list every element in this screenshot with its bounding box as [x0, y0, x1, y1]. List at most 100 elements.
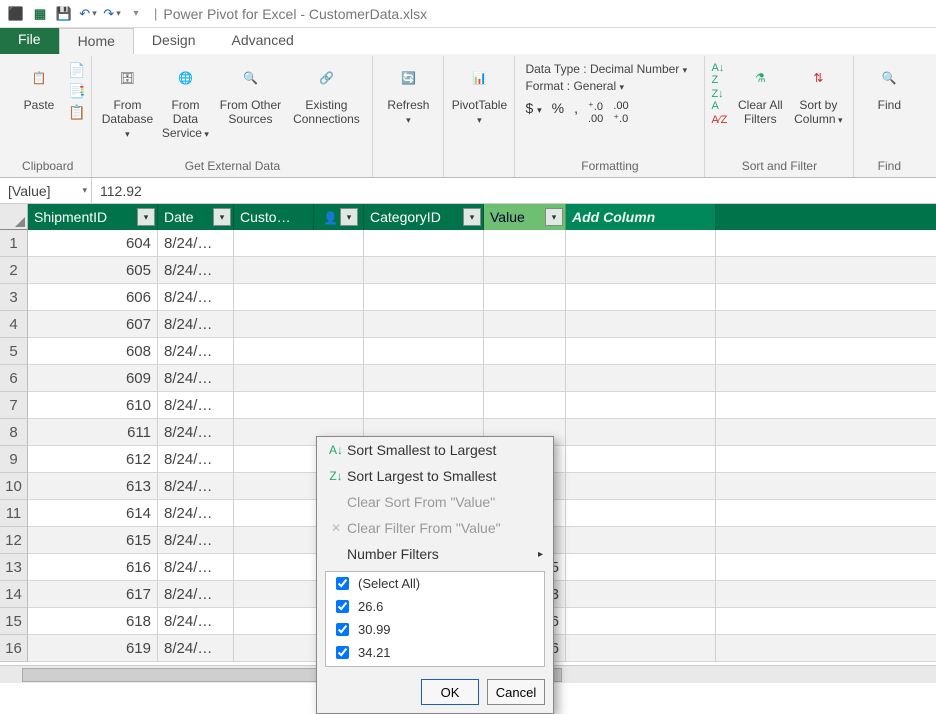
filter-button-cat[interactable]: ▾: [463, 208, 481, 226]
refresh-button[interactable]: Refresh▾: [379, 58, 437, 138]
cell-date[interactable]: 8/24/…: [158, 338, 234, 365]
table-row[interactable]: 56088/24/…: [0, 338, 936, 365]
filter-button-val[interactable]: ▾: [545, 208, 563, 226]
cell-date[interactable]: 8/24/…: [158, 473, 234, 500]
row-number[interactable]: 6: [0, 365, 28, 392]
row-number[interactable]: 13: [0, 554, 28, 581]
cell-categoryid[interactable]: [364, 284, 484, 311]
row-number[interactable]: 5: [0, 338, 28, 365]
cell-custo[interactable]: [234, 284, 364, 311]
cell-categoryid[interactable]: [364, 392, 484, 419]
currency-button[interactable]: $ ▾: [525, 100, 541, 125]
cell-custo[interactable]: [234, 230, 364, 257]
table-row[interactable]: 36068/24/…: [0, 284, 936, 311]
select-all-corner[interactable]: [0, 204, 28, 230]
cell-categoryid[interactable]: [364, 257, 484, 284]
checkbox-item-0[interactable]: [336, 600, 349, 613]
column-header-personicon[interactable]: ▾: [314, 204, 364, 230]
qat-customize-icon[interactable]: ▾: [125, 3, 147, 25]
clipboard-mini-icon-3[interactable]: 📋: [68, 104, 85, 121]
cell-addcolumn[interactable]: [566, 554, 716, 581]
clear-all-filters-button[interactable]: Clear AllFilters: [731, 58, 789, 138]
column-header-custo[interactable]: Custo…: [234, 204, 314, 230]
cell-shipmentid[interactable]: 610: [28, 392, 158, 419]
cell-shipmentid[interactable]: 612: [28, 446, 158, 473]
row-number[interactable]: 11: [0, 500, 28, 527]
percent-button[interactable]: %: [552, 100, 564, 125]
cell-value[interactable]: [484, 257, 566, 284]
cell-date[interactable]: 8/24/…: [158, 608, 234, 635]
cell-date[interactable]: 8/24/…: [158, 527, 234, 554]
paste-button[interactable]: Paste: [10, 58, 68, 138]
increase-decimal-button[interactable]: ⁺.0.00: [588, 100, 603, 125]
sort-by-column-button[interactable]: Sort byColumn ▾: [789, 58, 847, 138]
cell-custo[interactable]: [234, 392, 364, 419]
cell-addcolumn[interactable]: [566, 581, 716, 608]
table-row[interactable]: 46078/24/…: [0, 311, 936, 338]
row-number[interactable]: 8: [0, 419, 28, 446]
find-button[interactable]: Find: [860, 58, 918, 138]
cell-shipmentid[interactable]: 604: [28, 230, 158, 257]
name-box-dropdown-icon[interactable]: ▾: [82, 185, 87, 196]
cell-date[interactable]: 8/24/…: [158, 284, 234, 311]
check-select-all[interactable]: (Select All): [326, 572, 544, 595]
tab-design[interactable]: Design: [134, 28, 214, 54]
cell-date[interactable]: 8/24/…: [158, 392, 234, 419]
cell-date[interactable]: 8/24/…: [158, 581, 234, 608]
cell-shipmentid[interactable]: 609: [28, 365, 158, 392]
column-header-date[interactable]: Date ▾: [158, 204, 234, 230]
row-number[interactable]: 15: [0, 608, 28, 635]
cell-custo[interactable]: [234, 311, 364, 338]
check-item[interactable]: 34.21: [326, 641, 544, 664]
cell-addcolumn[interactable]: [566, 392, 716, 419]
cell-shipmentid[interactable]: 607: [28, 311, 158, 338]
cell-addcolumn[interactable]: [566, 284, 716, 311]
cell-custo[interactable]: [234, 365, 364, 392]
cell-addcolumn[interactable]: [566, 608, 716, 635]
from-other-sources-button[interactable]: From OtherSources: [214, 58, 286, 138]
name-box[interactable]: [Value] ▾: [0, 178, 92, 203]
column-header-categoryid[interactable]: CategoryID ▾: [364, 204, 484, 230]
row-number[interactable]: 3: [0, 284, 28, 311]
format-row[interactable]: Format : General ▾: [525, 79, 687, 93]
undo-icon[interactable]: [77, 3, 99, 25]
clipboard-mini-icon-1[interactable]: 📄: [68, 62, 85, 79]
row-number[interactable]: 4: [0, 311, 28, 338]
number-filters-item[interactable]: Number Filters ▸: [317, 541, 553, 567]
cell-shipmentid[interactable]: 619: [28, 635, 158, 662]
checkbox-select-all[interactable]: [336, 577, 349, 590]
tab-home[interactable]: Home: [59, 28, 134, 54]
cell-shipmentid[interactable]: 605: [28, 257, 158, 284]
cell-date[interactable]: 8/24/…: [158, 446, 234, 473]
table-row[interactable]: 26058/24/…: [0, 257, 936, 284]
cell-addcolumn[interactable]: [566, 230, 716, 257]
clipboard-mini-icon-2[interactable]: 📑: [68, 83, 85, 100]
filter-button-custo[interactable]: ▾: [340, 208, 358, 226]
cell-categoryid[interactable]: [364, 338, 484, 365]
cell-value[interactable]: [484, 311, 566, 338]
cell-shipmentid[interactable]: 614: [28, 500, 158, 527]
filter-checklist[interactable]: (Select All) 26.6 30.99 34.21: [325, 571, 545, 667]
cell-categoryid[interactable]: [364, 230, 484, 257]
table-row[interactable]: 66098/24/…: [0, 365, 936, 392]
cell-categoryid[interactable]: [364, 311, 484, 338]
cell-shipmentid[interactable]: 613: [28, 473, 158, 500]
cell-addcolumn[interactable]: [566, 419, 716, 446]
cell-addcolumn[interactable]: [566, 500, 716, 527]
cell-shipmentid[interactable]: 611: [28, 419, 158, 446]
decrease-decimal-button[interactable]: .00⁺.0: [613, 100, 628, 125]
check-item[interactable]: 30.99: [326, 618, 544, 641]
cell-date[interactable]: 8/24/…: [158, 230, 234, 257]
cell-date[interactable]: 8/24/…: [158, 635, 234, 662]
cell-shipmentid[interactable]: 618: [28, 608, 158, 635]
pivottable-button[interactable]: PivotTable▾: [450, 58, 508, 138]
cell-value[interactable]: [484, 230, 566, 257]
checkbox-item-1[interactable]: [336, 623, 349, 636]
checkbox-item-2[interactable]: [336, 646, 349, 659]
existing-connections-button[interactable]: ExistingConnections: [286, 58, 366, 138]
cell-custo[interactable]: [234, 257, 364, 284]
cell-date[interactable]: 8/24/…: [158, 554, 234, 581]
row-number[interactable]: 1: [0, 230, 28, 257]
cell-addcolumn[interactable]: [566, 338, 716, 365]
cell-shipmentid[interactable]: 617: [28, 581, 158, 608]
